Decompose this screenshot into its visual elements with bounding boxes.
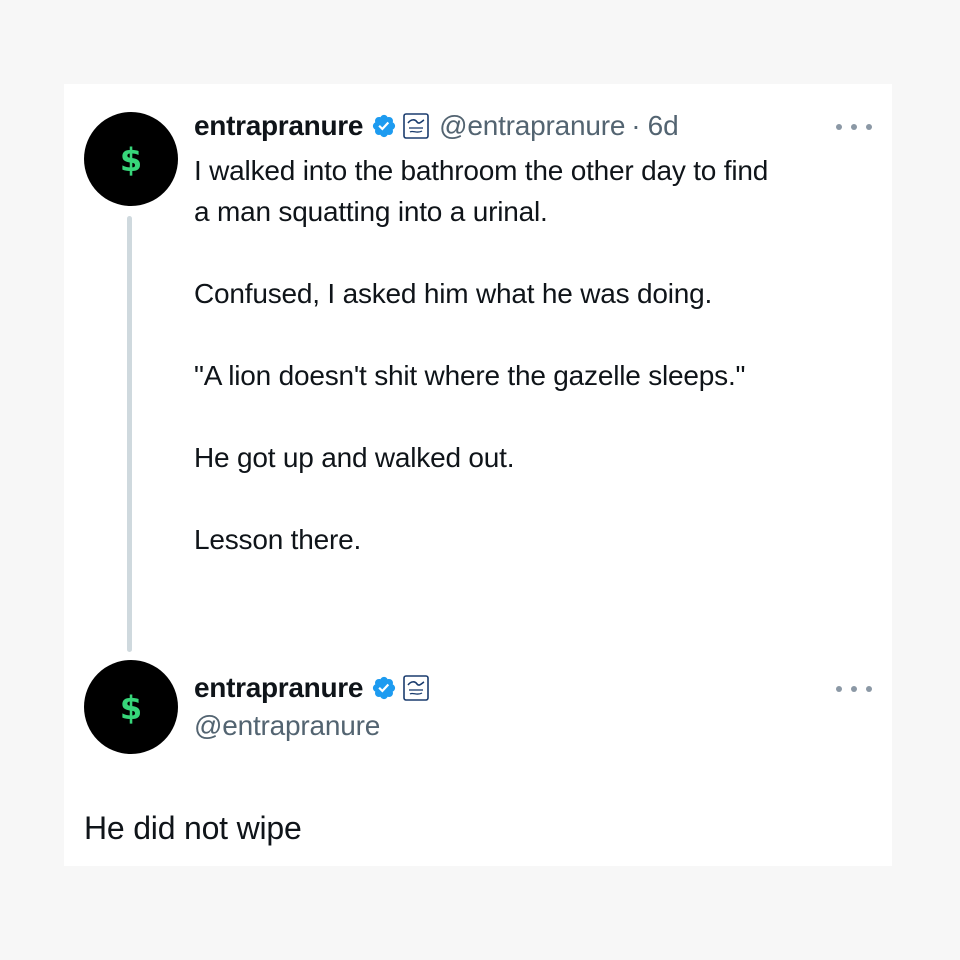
- tweet-line: He got up and walked out.: [194, 442, 515, 473]
- tweet-line: I walked into the bathroom the other day…: [194, 155, 769, 186]
- more-options-icon[interactable]: [836, 121, 872, 133]
- reply-text: He did not wipe: [84, 810, 302, 846]
- friday-beers-badge-icon[interactable]: [403, 675, 429, 701]
- tweet-header: entrapranure @entrapranure · 6d: [194, 109, 679, 143]
- more-dot: [851, 124, 857, 130]
- avatar-dollar-symbol: $: [119, 141, 143, 179]
- tweet-timestamp[interactable]: 6d: [648, 110, 679, 142]
- display-name[interactable]: entrapranure: [194, 110, 363, 142]
- more-dot: [851, 686, 857, 692]
- verified-badge-icon[interactable]: [371, 675, 397, 701]
- more-options-icon[interactable]: [836, 683, 872, 695]
- verified-badge-icon[interactable]: [371, 113, 397, 139]
- user-handle[interactable]: @entrapranure: [194, 710, 380, 742]
- thread-connector-line: [127, 216, 132, 652]
- more-dot: [866, 686, 872, 692]
- tweet-line: Confused, I asked him what he was doing.: [194, 278, 713, 309]
- tweet-header: entrapranure: [194, 671, 429, 705]
- tweet-line: "A lion doesn't shit where the gazelle s…: [194, 360, 746, 391]
- more-dot: [836, 686, 842, 692]
- display-name[interactable]: entrapranure: [194, 672, 363, 704]
- tweet-line: Lesson there.: [194, 524, 362, 555]
- user-handle[interactable]: @entrapranure: [439, 110, 625, 142]
- meta-separator: ·: [631, 110, 641, 141]
- more-dot: [836, 124, 842, 130]
- more-dot: [866, 124, 872, 130]
- avatar[interactable]: $: [84, 660, 178, 754]
- avatar[interactable]: $: [84, 112, 178, 206]
- friday-beers-badge-icon[interactable]: [403, 113, 429, 139]
- avatar-dollar-symbol: $: [119, 689, 143, 727]
- tweet-line: a man squatting into a urinal.: [194, 196, 548, 227]
- tweet-text: I walked into the bathroom the other day…: [194, 150, 884, 560]
